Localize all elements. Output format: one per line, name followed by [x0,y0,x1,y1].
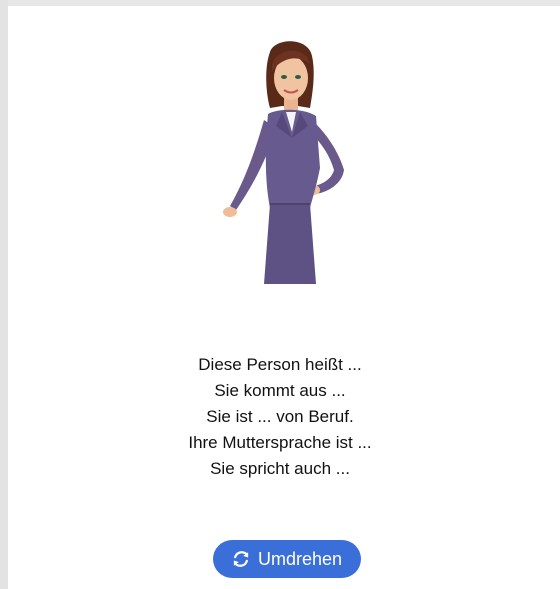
flashcard-page: Diese Person heißt ... Sie kommt aus ...… [0,0,560,589]
left-border [0,0,8,589]
businesswoman-illustration [223,41,344,284]
prompt-line-name: Diese Person heißt ... [198,355,362,374]
flip-button-label: Umdrehen [257,548,343,569]
refresh-icon [233,551,249,567]
prompt-line-other-languages: Sie spricht auch ... [210,459,350,478]
prompt-line-profession: Sie ist ... von Beruf. [206,407,354,426]
prompt-line-native-language: Ihre Muttersprache ist ... [188,433,372,452]
flip-button[interactable]: Umdrehen [213,540,361,578]
prompt-line-origin: Sie kommt aus ... [214,381,346,400]
prompt-text-block: Diese Person heißt ... Sie kommt aus ...… [0,352,560,482]
